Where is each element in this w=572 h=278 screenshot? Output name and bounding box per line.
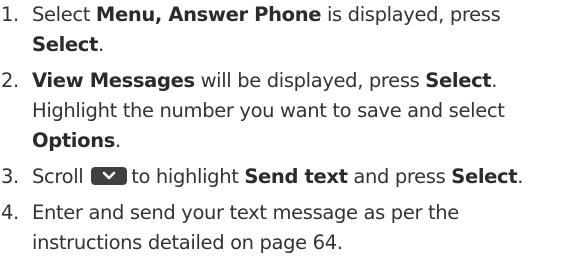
step-text-line: Enter and send your text message as per … [32, 201, 459, 224]
send-text-label: Send text [244, 165, 348, 188]
step-1: 1. Select Menu, Answer Phone is displaye… [0, 0, 572, 60]
step-text-line: Scroll to highlight Send text and press … [32, 165, 524, 188]
step-text-line: Select Menu, Answer Phone is displayed, … [32, 3, 501, 26]
step-number: 1. [1, 3, 19, 26]
step-text-line: View Messages will be displayed, press S… [32, 69, 498, 92]
chevron-down-icon [102, 171, 116, 180]
view-messages-label: View Messages [32, 69, 195, 92]
select-label: Select [451, 165, 518, 188]
select-label: Select [425, 69, 492, 92]
step-text-line: Options. [32, 129, 121, 152]
step-number: 4. [1, 201, 19, 224]
select-label: Select [32, 33, 98, 56]
step-number: 2. [1, 69, 19, 92]
step-text-line: instructions detailed on page 64. [32, 231, 343, 254]
scroll-down-key-icon [91, 167, 128, 185]
options-label: Options [32, 129, 115, 152]
step-2: 2. View Messages will be displayed, pres… [0, 66, 572, 156]
step-text-line: Highlight the number you want to save an… [32, 99, 505, 122]
step-number: 3. [1, 165, 19, 188]
step-3: 3. Scroll to highlight Send text and pre… [0, 162, 572, 192]
instruction-steps: 1. Select Menu, Answer Phone is displaye… [0, 0, 572, 264]
menu-answer-phone-label: Menu, Answer Phone [95, 3, 322, 26]
step-4: 4. Enter and send your text message as p… [0, 198, 572, 258]
step-text-line: Select. [32, 33, 104, 56]
